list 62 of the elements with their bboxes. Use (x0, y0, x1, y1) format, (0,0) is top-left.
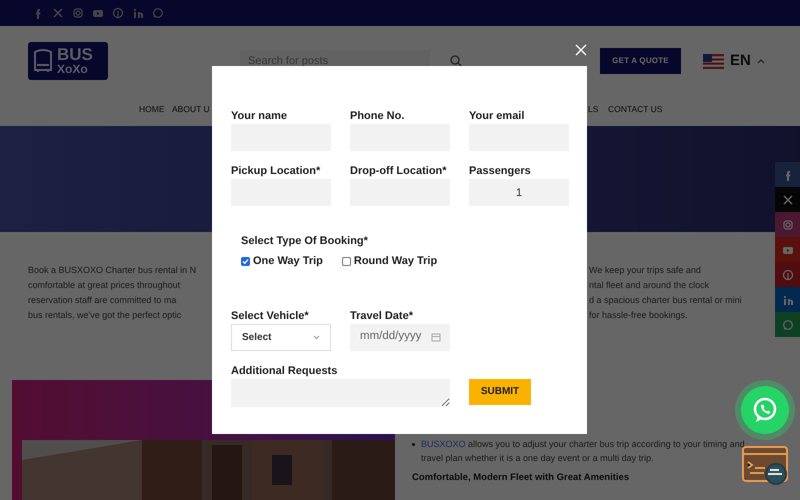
close-icon[interactable] (575, 44, 587, 56)
logo[interactable]: BUS XoXo (28, 42, 108, 80)
textarea-field[interactable] (231, 378, 450, 406)
logo-text: BUS (57, 46, 93, 63)
paragraph-text: reservation staff are committed to ma (28, 294, 178, 307)
paragraph-text: for hassle-free bookings. (589, 309, 689, 322)
quote-button[interactable]: GET A QUOTE (600, 48, 681, 74)
paragraph-text: comfortable at great prices throughout (28, 279, 182, 292)
nav-link[interactable]: CONTACT US (608, 103, 662, 116)
paragraph-text: Book a BUSXOXO Charter bus rental in N (28, 264, 196, 277)
logo-text: XoXo (57, 63, 89, 76)
section-heading: Comfortable, Modern Fleet with Great Amenities (412, 471, 630, 485)
field-label: Pickup Location* (231, 164, 322, 178)
paragraph-text: ntal fleet and around the clock (589, 279, 710, 292)
flag-icon (703, 54, 724, 68)
option-label[interactable]: Round Way Trip (354, 253, 438, 270)
facebook-share-button[interactable] (775, 162, 800, 187)
linkedin-share-button[interactable] (775, 287, 800, 312)
date-field[interactable]: mm/dd/yyyy (350, 324, 450, 350)
whatsapp-button[interactable] (741, 386, 789, 434)
nav-link[interactable]: LS (588, 103, 598, 116)
field-label: Passengers (469, 164, 532, 178)
option-label[interactable]: One Way Trip (253, 253, 323, 270)
instagram-icon[interactable] (72, 7, 84, 19)
number-field[interactable]: 1 (469, 179, 569, 206)
field-label: Phone No. (350, 109, 406, 123)
search-icon[interactable] (450, 55, 462, 67)
field-label: Additional Requests (231, 364, 338, 378)
field-label: Select Vehicle* (231, 308, 310, 322)
field-label: Drop-off Location* (350, 164, 448, 178)
checkbox[interactable] (342, 256, 351, 266)
nav-link[interactable]: HOME (139, 103, 164, 116)
x-icon (782, 194, 794, 206)
select-dropdown[interactable]: Select (231, 324, 331, 350)
calendar-icon (431, 332, 441, 342)
checkbox[interactable] (241, 256, 250, 266)
chevron-icon (756, 58, 765, 64)
submit-button[interactable]: SUBMIT (469, 378, 531, 404)
paragraph-text: We keep your trips safe and (589, 264, 702, 277)
youtube-icon[interactable] (92, 7, 104, 19)
x-icon[interactable] (52, 7, 64, 19)
instagram-share-button[interactable] (775, 212, 800, 237)
linkedin-icon[interactable] (132, 7, 144, 19)
chat-bot-icon[interactable] (742, 446, 790, 488)
paragraph-text: bus rentals, we've got the perfect optic (28, 309, 182, 322)
linkedin-icon (782, 294, 794, 306)
language-selector[interactable]: EN (701, 49, 767, 73)
field-label: Your email (469, 109, 526, 123)
field-label: Travel Date* (350, 308, 414, 322)
nav-link[interactable]: ABOUT U (172, 103, 210, 116)
brand-link[interactable]: BUSXOXO (421, 439, 466, 449)
whatsapp-share-button[interactable] (775, 312, 800, 337)
pinterest-share-button[interactable] (775, 262, 800, 287)
field-label: Your name (231, 109, 288, 123)
youtube-share-button[interactable] (775, 237, 800, 262)
bus-icon (32, 47, 54, 75)
x-share-button[interactable] (775, 187, 800, 212)
instagram-icon (782, 218, 794, 230)
paragraph-text: d a spacious charter bus rental or mini (589, 294, 742, 307)
chevron-icon (313, 334, 320, 340)
field-label: Select Type Of Booking* (241, 234, 369, 248)
bullet-icon (412, 443, 415, 446)
